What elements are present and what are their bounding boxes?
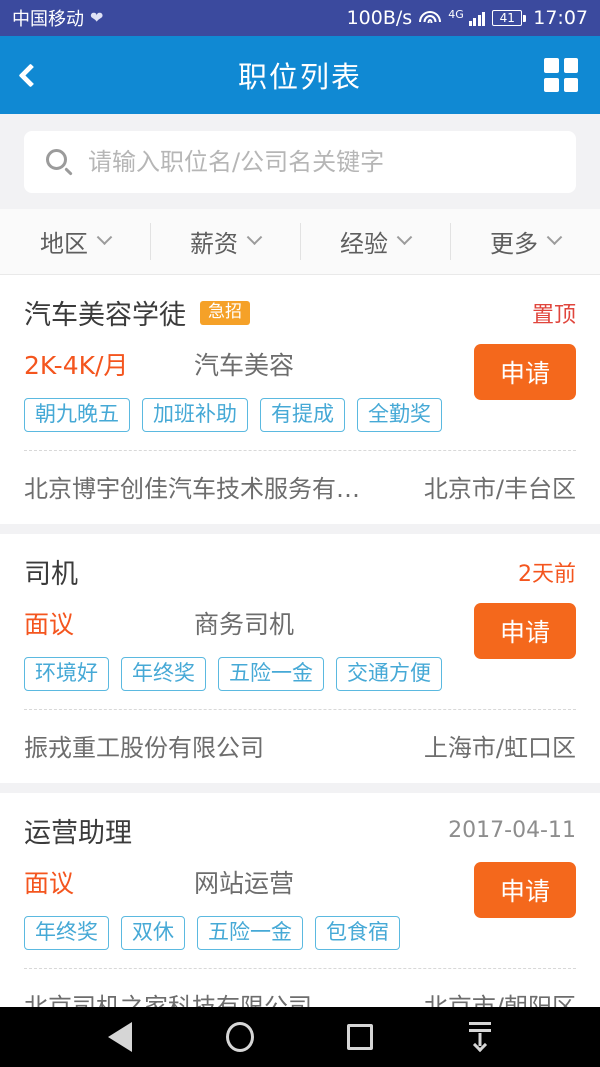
filter-salary[interactable]: 薪资 (150, 209, 300, 274)
job-footer-row: 北京司机之家科技有限公司 北京市/朝阳区 (24, 969, 576, 1007)
status-bar-left: 中国移动 ❤ (12, 5, 103, 31)
job-footer-row: 振戎重工股份有限公司 上海市/虹口区 (24, 710, 576, 783)
battery-level-label: 41 (492, 10, 523, 26)
job-header-row: 运营助理 2017-04-11 (24, 811, 576, 850)
job-tag: 有提成 (260, 398, 345, 432)
job-category: 商务司机 (194, 610, 295, 639)
job-title: 汽车美容学徒 (24, 300, 186, 331)
job-location: 上海市/虹口区 (423, 734, 576, 762)
app-header: 职位列表 (0, 36, 600, 114)
job-title: 司机 (24, 559, 78, 590)
apply-button[interactable]: 申请 (473, 862, 576, 918)
job-card[interactable]: 运营助理 2017-04-11 面议 网站运营 申请 年终奖 双休 五险一金 包食宿 … (0, 793, 600, 1007)
job-tag: 环境好 (24, 657, 109, 691)
filter-more-label: 更多 (490, 230, 538, 258)
job-tag: 朝九晚五 (24, 398, 130, 432)
chevron-left-icon (18, 62, 43, 88)
chevron-down-icon (96, 229, 113, 246)
job-company: 振戎重工股份有限公司 (24, 734, 264, 762)
filter-experience[interactable]: 经验 (300, 209, 450, 274)
signal-bars-icon (468, 10, 486, 26)
job-card[interactable]: 汽车美容学徒 急招 置顶 2K-4K/月 汽车美容 申请 朝九晚五 加班补助 有提成… (0, 275, 600, 524)
network-speed-label: 100B/s (346, 7, 413, 29)
urgent-badge: 急招 (200, 300, 250, 325)
job-tag: 年终奖 (121, 657, 206, 691)
battery-icon: 41 (492, 10, 527, 26)
job-list[interactable]: 汽车美容学徒 急招 置顶 2K-4K/月 汽车美容 申请 朝九晚五 加班补助 有提成… (0, 275, 600, 1007)
filter-bar: 地区 薪资 经验 更多 (0, 209, 600, 275)
nav-home-icon[interactable] (217, 1014, 263, 1060)
filter-salary-label: 薪资 (190, 230, 238, 258)
job-card[interactable]: 司机 2天前 面议 商务司机 申请 环境好 年终奖 五险一金 交通方便 振戎重工股份有… (0, 534, 600, 783)
wifi-icon (419, 10, 442, 27)
chevron-down-icon (546, 229, 563, 246)
nav-recents-icon[interactable] (337, 1014, 383, 1060)
job-meta-label: 2天前 (518, 561, 576, 587)
job-tag: 包食宿 (315, 916, 400, 950)
job-tag: 交通方便 (336, 657, 442, 691)
job-salary: 面议 (24, 869, 75, 898)
job-category: 汽车美容 (194, 351, 295, 380)
job-tag-list: 朝九晚五 加班补助 有提成 全勤奖 (24, 398, 576, 432)
filter-region[interactable]: 地区 (0, 209, 150, 274)
job-tag: 加班补助 (142, 398, 248, 432)
job-title: 运营助理 (24, 818, 132, 849)
search-input[interactable] (88, 148, 554, 176)
carrier-label: 中国移动 (12, 9, 84, 30)
network-type-label: 4G (448, 7, 464, 21)
heart-pulse-icon: ❤ (90, 8, 104, 27)
job-tag-list: 环境好 年终奖 五险一金 交通方便 (24, 657, 576, 691)
status-bar: 中国移动 ❤ 100B/s 4G 41 17:07 (0, 0, 600, 36)
job-company: 北京博宇创佳汽车技术服务有… (24, 475, 360, 503)
chevron-down-icon (246, 229, 263, 246)
job-tag: 五险一金 (218, 657, 324, 691)
status-bar-right: 100B/s 4G 41 17:07 (347, 7, 588, 29)
job-salary: 2K-4K/月 (24, 351, 129, 380)
job-company: 北京司机之家科技有限公司 (24, 993, 312, 1007)
job-salary-row: 面议 网站运营 申请 (24, 862, 576, 918)
apply-button[interactable]: 申请 (473, 603, 576, 659)
job-tag: 年终奖 (24, 916, 109, 950)
page-title: 职位列表 (237, 60, 362, 94)
job-meta-label: 置顶 (531, 302, 576, 328)
filter-more[interactable]: 更多 (450, 209, 600, 274)
job-header-row: 汽车美容学徒 急招 置顶 (24, 293, 576, 332)
job-header-row: 司机 2天前 (24, 552, 576, 591)
job-location: 北京市/丰台区 (423, 475, 576, 503)
search-box[interactable] (24, 131, 576, 193)
back-button[interactable] (18, 55, 62, 95)
clock-label: 17:07 (533, 7, 588, 29)
job-meta-label: 2017-04-11 (448, 818, 576, 843)
battery-cap (523, 14, 527, 22)
job-location: 北京市/朝阳区 (423, 993, 576, 1007)
filter-experience-label: 经验 (340, 230, 388, 258)
filter-region-label: 地区 (40, 230, 88, 258)
search-icon (46, 149, 73, 176)
job-salary-row: 面议 商务司机 申请 (24, 603, 576, 659)
chevron-down-icon (396, 229, 413, 246)
grid-view-icon[interactable] (544, 58, 578, 92)
android-nav-bar (0, 1007, 600, 1067)
apply-button[interactable]: 申请 (473, 344, 576, 400)
job-tag: 全勤奖 (357, 398, 442, 432)
nav-hide-keyboard-icon[interactable] (457, 1014, 503, 1060)
job-category: 网站运营 (194, 869, 295, 898)
job-tag: 双休 (121, 916, 185, 950)
job-salary-row: 2K-4K/月 汽车美容 申请 (24, 344, 576, 400)
phone-screen: 中国移动 ❤ 100B/s 4G 41 17:07 职位列表 请输入职位名/公司… (0, 0, 600, 1067)
nav-back-icon[interactable] (97, 1014, 143, 1060)
job-salary: 面议 (24, 610, 75, 639)
job-tag: 五险一金 (197, 916, 303, 950)
job-footer-row: 北京博宇创佳汽车技术服务有… 北京市/丰台区 (24, 451, 576, 524)
search-section (0, 114, 600, 209)
job-tag-list: 年终奖 双休 五险一金 包食宿 (24, 916, 576, 950)
